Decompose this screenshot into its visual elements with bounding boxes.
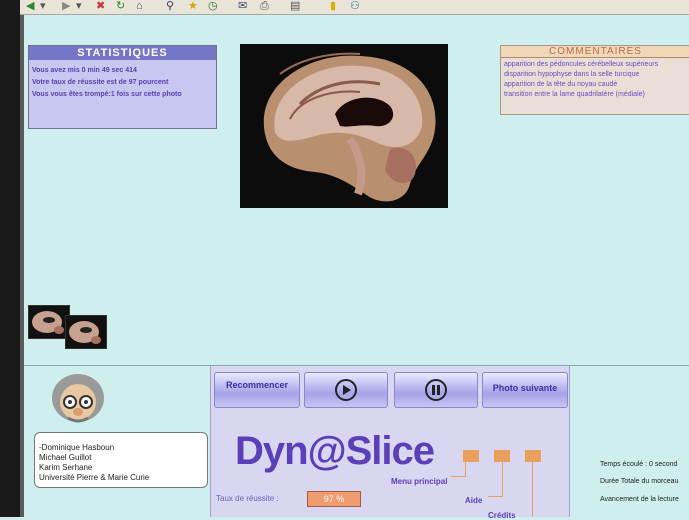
mail-icon[interactable]: ✉ xyxy=(238,0,247,12)
stats-time: Vous avez mis 0 min 49 sec 414 xyxy=(32,67,137,74)
total-duration: Durée Totale du morceau xyxy=(600,478,679,485)
home-icon[interactable]: ⌂ xyxy=(136,0,143,12)
author-line: Michael Guillot xyxy=(39,453,92,462)
edit-icon[interactable]: ▤ xyxy=(290,0,300,12)
university-line: Université Pierre & Marie Curie xyxy=(39,473,150,482)
print-icon[interactable]: ⎙ xyxy=(260,0,269,12)
forward-icon[interactable]: ▶ xyxy=(62,0,70,12)
menu-connector xyxy=(451,462,466,477)
comment-line: disparition hypophyse dans la selle turc… xyxy=(504,71,640,78)
stats-title: STATISTIQUES xyxy=(29,46,216,60)
control-panel: Recommencer Photo suivante Dyn@Slice Men… xyxy=(210,366,570,520)
browser-toolbar: ◀ ▾ ▶ ▾ ✖ ↻ ⌂ ⚲ ★ ◷ ✉ ⎙ ▤ ▮ ⚇ xyxy=(20,0,689,15)
favorites-icon[interactable]: ★ xyxy=(188,0,198,12)
elapsed-time: Temps écoulé : 0 second xyxy=(600,461,678,468)
search-icon[interactable]: ⚲ xyxy=(166,0,174,12)
credits-square[interactable] xyxy=(525,450,541,462)
restart-button[interactable]: Recommencer xyxy=(214,372,300,408)
comment-line: transition entre la lame quadrilatère (m… xyxy=(504,91,645,98)
help-square[interactable] xyxy=(494,450,510,462)
credits-connector xyxy=(532,462,533,517)
author-line: Karim Serhane xyxy=(39,463,93,472)
author-line: -Dominique Hasboun xyxy=(39,443,115,452)
professor-mascot-icon xyxy=(46,368,110,430)
history-icon[interactable]: ◷ xyxy=(208,0,218,12)
credits-link[interactable]: Crédits xyxy=(488,511,516,520)
help-connector xyxy=(488,462,503,497)
main-menu-link[interactable]: Menu principal xyxy=(391,477,447,486)
pause-icon xyxy=(425,379,447,401)
stop-icon[interactable]: ✖ xyxy=(96,0,105,12)
brain-slice-image xyxy=(240,44,448,208)
refresh-icon[interactable]: ↻ xyxy=(116,0,125,12)
next-photo-button[interactable]: Photo suivante xyxy=(482,372,568,408)
stats-errors: Vous vous êtes trompé:1 fois sur cette p… xyxy=(32,91,182,98)
left-edge-bar xyxy=(0,0,20,517)
stats-rate: Votre taux de réussite est de 97 pourcen… xyxy=(32,79,169,86)
success-rate-value: 97 % xyxy=(307,491,361,507)
forward-dropdown-icon[interactable]: ▾ xyxy=(76,0,82,12)
comments-panel: COMMENTAIRES apparition des pédoncules c… xyxy=(500,45,689,115)
pause-button[interactable] xyxy=(394,372,478,408)
playback-progress: Avancement de la lecture xyxy=(600,496,679,503)
play-icon xyxy=(335,379,357,401)
back-icon[interactable]: ◀ xyxy=(26,0,34,12)
back-dropdown-icon[interactable]: ▾ xyxy=(40,0,46,12)
play-button[interactable] xyxy=(304,372,388,408)
success-rate-label: Taux de réussite : xyxy=(216,494,279,503)
thumbnail-slice-1[interactable] xyxy=(28,305,70,339)
comment-line: apparition des pédoncules cérébelleux su… xyxy=(504,61,659,68)
stats-panel: STATISTIQUES Vous avez mis 0 min 49 sec … xyxy=(28,45,217,129)
thumbnail-slice-2[interactable] xyxy=(65,315,107,349)
authors-bubble: -Dominique Hasboun Michael Guillot Karim… xyxy=(34,432,208,488)
dynaslice-logo: Dyn@Slice xyxy=(235,429,435,473)
menu-square[interactable] xyxy=(463,450,479,462)
folder-icon[interactable]: ▮ xyxy=(330,0,336,12)
messenger-icon[interactable]: ⚇ xyxy=(350,0,360,12)
comment-line: apparition de la tête du noyau caudé xyxy=(504,81,618,88)
help-link[interactable]: Aide xyxy=(465,496,482,505)
brain-slice-photo[interactable] xyxy=(240,44,448,208)
comments-title: COMMENTAIRES xyxy=(501,46,689,58)
